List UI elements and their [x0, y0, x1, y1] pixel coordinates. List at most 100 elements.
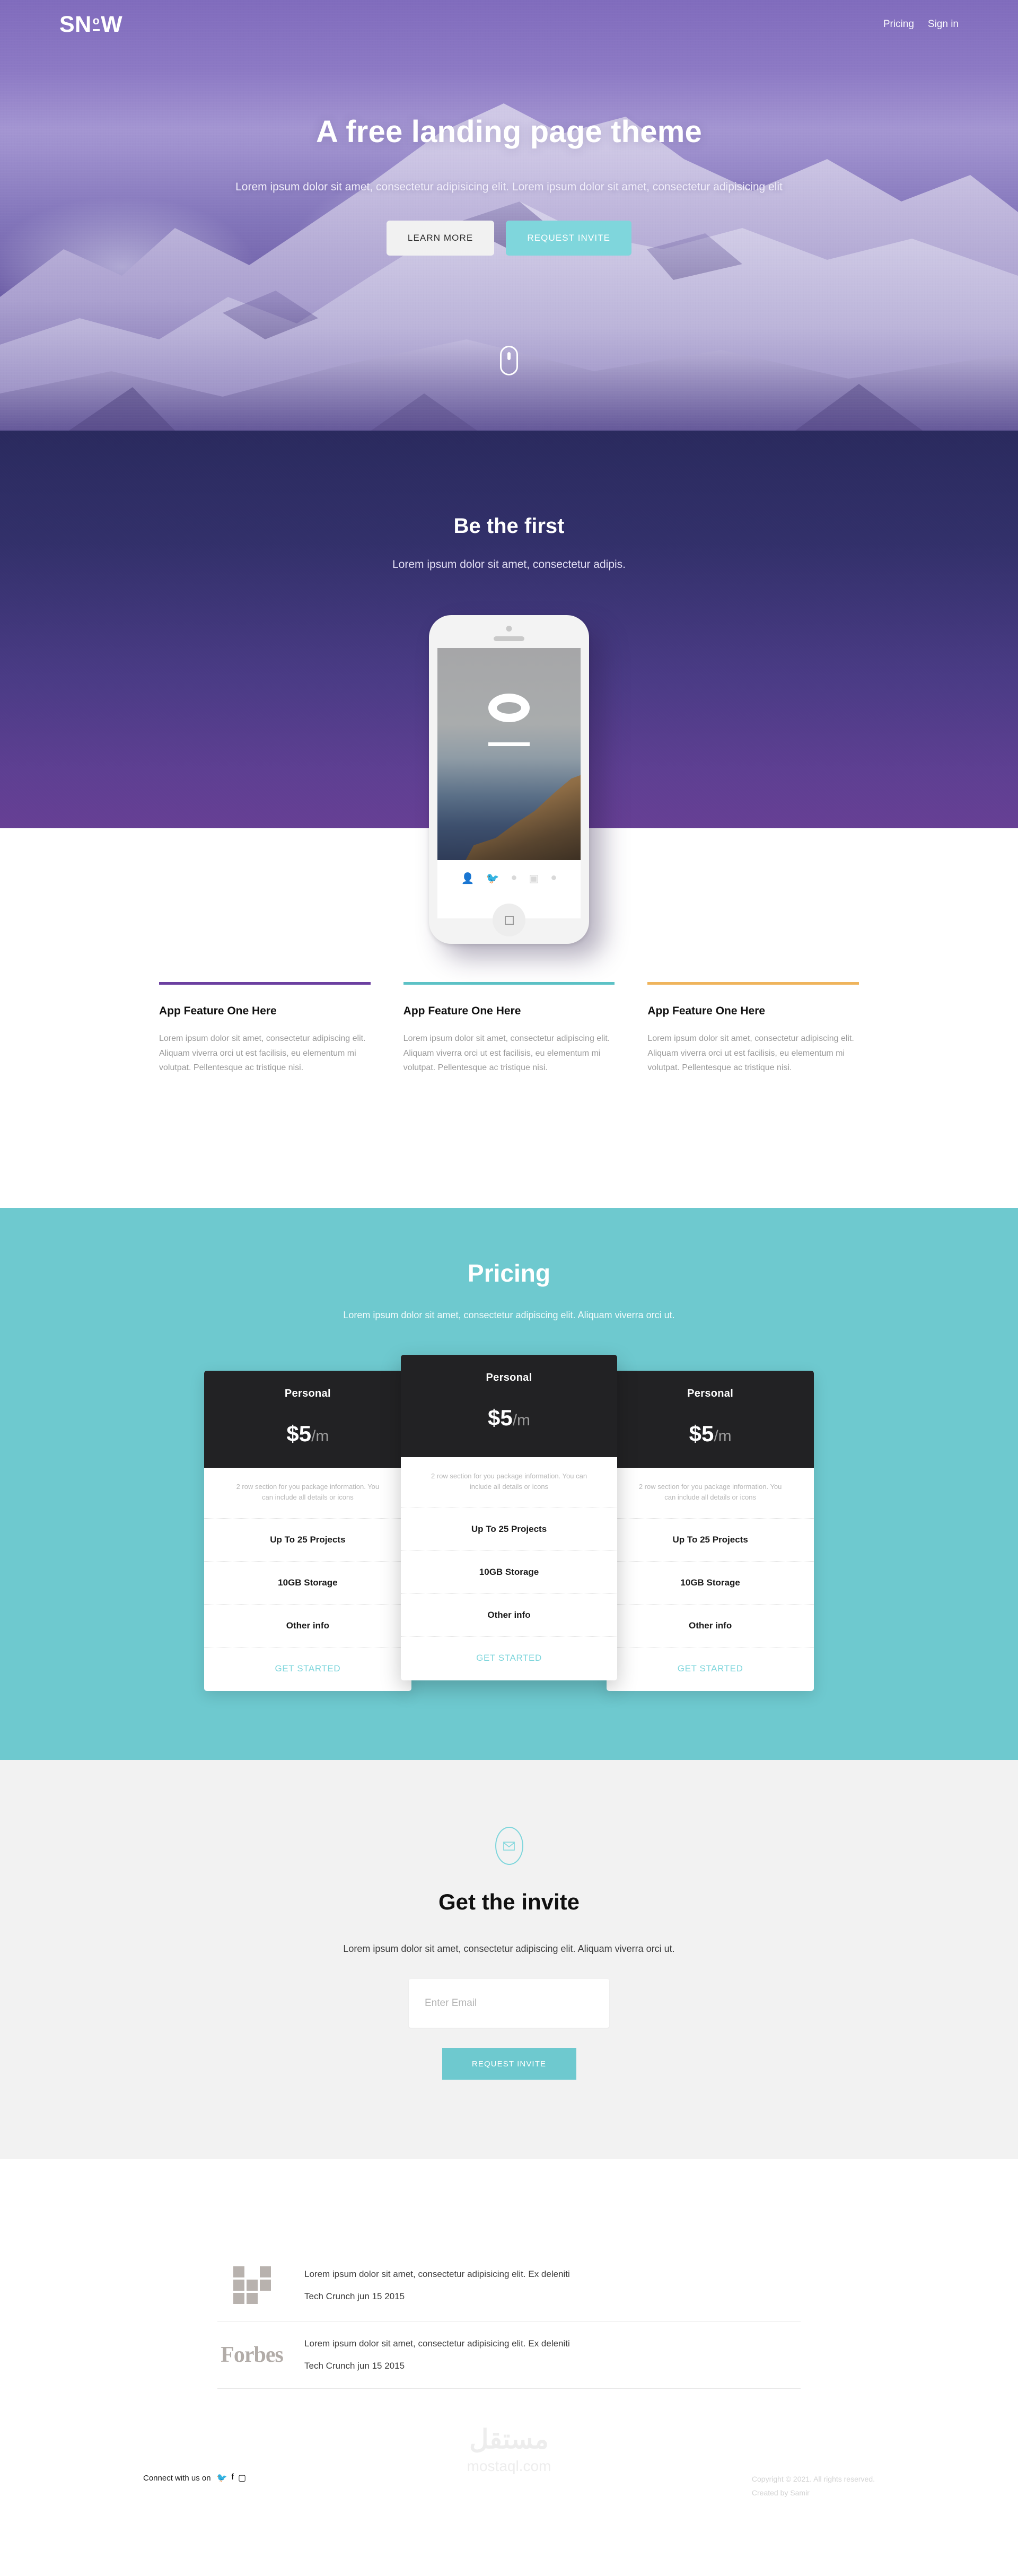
phone-mockup: 👤 🐦 ● ▣ ●	[429, 615, 589, 944]
invite-title: Get the invite	[438, 1889, 580, 1915]
skype-icon[interactable]: ●	[550, 872, 557, 884]
logo-degree-mark: o	[92, 15, 100, 31]
hero-content: A free landing page theme Lorem ipsum do…	[0, 112, 1018, 256]
feature-title: App Feature One Here	[159, 1005, 277, 1017]
invite-section: Get the invite Lorem ipsum dolor sit ame…	[0, 1760, 1018, 2160]
plan-price-period: /m	[714, 1427, 732, 1445]
be-first-subtitle: Lorem ipsum dolor sit amet, consectetur …	[392, 558, 626, 571]
phone-camera-icon	[506, 626, 512, 632]
plan-price: $5/m	[401, 1405, 618, 1431]
get-started-button[interactable]: GET STARTED	[401, 1637, 618, 1680]
plan-feature-row: 10GB Storage	[400, 1551, 618, 1594]
twitter-icon[interactable]: 🐦	[486, 872, 499, 885]
pricing-section: Pricing Lorem ipsum dolor sit amet, cons…	[0, 1207, 1018, 1760]
hero-buttons: LEARN MORE REQUEST INVITE	[191, 221, 827, 256]
facebook-icon[interactable]: f	[232, 2473, 234, 2483]
hero-subtitle: Lorem ipsum dolor sit amet, consectetur …	[235, 181, 783, 194]
pricing-card-right: Personal $5/m 2 row section for you pack…	[607, 1370, 814, 1692]
plan-feature-row: Up To 25 Projects	[607, 1519, 814, 1562]
pricing-lead: Lorem ipsum dolor sit amet, consectetur …	[343, 1309, 675, 1320]
request-invite-button[interactable]: REQUEST INVITE	[442, 2048, 576, 2080]
top-navbar: SN o W Pricing Sign in	[0, 0, 1018, 49]
plan-note: 2 row section for you package informatio…	[400, 1457, 618, 1509]
plan-price: $5/m	[607, 1421, 814, 1447]
plan-name: Personal	[284, 1387, 331, 1399]
hero-title: A free landing page theme	[316, 115, 702, 149]
press-item-techcrunch: Lorem ipsum dolor sit amet, consectetur …	[217, 2249, 801, 2322]
watermark-arabic-text: مستقل	[469, 2424, 549, 2455]
mouse-scroll-icon[interactable]	[500, 346, 518, 375]
plan-header: Personal $5/m	[400, 1354, 618, 1457]
press-source: Tech Crunch jun 15 2015	[304, 2291, 405, 2301]
plan-header: Personal $5/m	[607, 1370, 814, 1468]
nav-links: Pricing Sign in	[883, 19, 959, 30]
instagram-icon[interactable]: ▣	[529, 872, 539, 885]
feature-text: Lorem ipsum dolor sit amet, consectetur …	[403, 1034, 610, 1073]
copyright-text: Copyright © 2021. All rights reserved.	[751, 2475, 875, 2484]
brand-logo[interactable]: SN o W	[59, 12, 122, 38]
user-icon[interactable]: 👤	[461, 872, 475, 885]
press-section: Lorem ipsum dolor sit amet, consectetur …	[0, 2159, 1018, 2432]
get-started-button[interactable]: GET STARTED	[607, 1648, 814, 1691]
get-started-button[interactable]: GET STARTED	[204, 1648, 411, 1691]
plan-price-period: /m	[311, 1427, 329, 1445]
feature-accent-bar	[159, 982, 371, 985]
connect-label: Connect with us on	[143, 2473, 211, 2483]
facebook-icon[interactable]: ●	[511, 872, 517, 884]
twitter-icon[interactable]: 🐦	[217, 2473, 227, 2483]
plan-feature-row: Other info	[204, 1605, 411, 1648]
hero-section: SN o W Pricing Sign in A free landing pa…	[0, 0, 1018, 431]
feature-accent-bar	[403, 982, 615, 985]
plan-feature-row: 10GB Storage	[204, 1562, 411, 1605]
plan-feature-row: Other info	[607, 1605, 814, 1648]
press-source: Tech Crunch jun 15 2015	[304, 2361, 405, 2371]
plan-price: $5/m	[204, 1421, 411, 1447]
mostaql-watermark: مستقل mostaql.com	[467, 2426, 551, 2475]
feature-text: Lorem ipsum dolor sit amet, consectetur …	[159, 1034, 366, 1073]
feature-title: App Feature One Here	[403, 1005, 521, 1017]
plan-feature-row: 10GB Storage	[607, 1562, 814, 1605]
press-quote: Lorem ipsum dolor sit amet, consectetur …	[304, 2268, 570, 2279]
feature-title: App Feature One Here	[647, 1005, 766, 1017]
plan-feature-row: Other info	[400, 1594, 618, 1637]
plan-feature-row: Up To 25 Projects	[400, 1508, 618, 1552]
request-invite-button-hero[interactable]: REQUEST INVITE	[506, 221, 632, 256]
footer-copyright: Copyright © 2021. All rights reserved. C…	[752, 2473, 875, 2500]
phone-home-button[interactable]	[493, 904, 525, 936]
plan-note: 2 row section for you package informatio…	[204, 1468, 411, 1519]
plan-name: Personal	[486, 1371, 532, 1383]
forbes-logo-text: Forbes	[221, 2343, 284, 2368]
press-quote: Lorem ipsum dolor sit amet, consectetur …	[304, 2338, 570, 2349]
email-input[interactable]	[409, 1979, 609, 2028]
plan-price-amount: $5	[689, 1421, 714, 1446]
pricing-plans: Personal $5/m 2 row section for you pack…	[204, 1354, 814, 1692]
phone-screen	[437, 648, 581, 860]
instagram-icon[interactable]: ▢	[238, 2473, 246, 2483]
landing-page: SN o W Pricing Sign in A free landing pa…	[0, 0, 1018, 2538]
logo-text-sn: SN	[59, 11, 92, 37]
credit-text: Created by Samir	[751, 2489, 810, 2498]
plan-price-amount: $5	[487, 1405, 513, 1430]
footer: مستقل mostaql.com Connect with us on 🐦 f…	[0, 2426, 1018, 2538]
nav-link-pricing[interactable]: Pricing	[883, 19, 914, 30]
pricing-title: Pricing	[468, 1259, 550, 1287]
plan-name: Personal	[687, 1387, 734, 1399]
press-item-forbes: Forbes Lorem ipsum dolor sit amet, conse…	[217, 2321, 801, 2389]
feature-accent-bar	[647, 982, 859, 985]
pricing-card-left: Personal $5/m 2 row section for you pack…	[204, 1370, 411, 1692]
learn-more-button[interactable]: LEARN MORE	[386, 221, 495, 256]
phone-wallpaper-rocks	[464, 773, 581, 860]
plan-price-period: /m	[512, 1411, 531, 1429]
nav-link-signin[interactable]: Sign in	[928, 19, 959, 30]
invite-lead: Lorem ipsum dolor sit amet, consectetur …	[343, 1943, 675, 1955]
envelope-icon	[495, 1827, 523, 1865]
plan-header: Personal $5/m	[204, 1370, 411, 1468]
be-first-title: Be the first	[453, 514, 565, 538]
plan-price-amount: $5	[286, 1421, 312, 1446]
techcrunch-logo-icon	[217, 2266, 286, 2305]
phone-app-logo-icon	[488, 694, 530, 722]
feature-card-1: App Feature One Here Lorem ipsum dolor s…	[159, 982, 371, 1075]
plan-note: 2 row section for you package informatio…	[607, 1468, 814, 1519]
forbes-logo-icon: Forbes	[217, 2342, 286, 2368]
plan-feature-row: Up To 25 Projects	[204, 1519, 411, 1562]
